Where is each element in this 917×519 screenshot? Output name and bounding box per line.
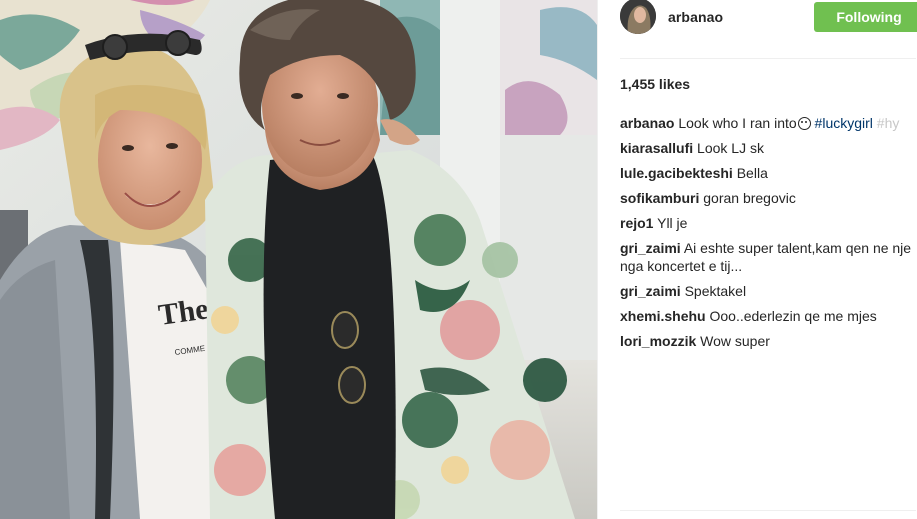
comment-text: Ooo..ederlezin qe me mjes [709,308,877,324]
post-header: arbanao Following [620,0,917,36]
avatar[interactable] [620,0,656,34]
comment-item: gri_zaimi Ai eshte super talent,kam qen … [620,239,916,275]
comment-text: Yll je [657,215,688,231]
comment-username[interactable]: sofikamburi [620,190,699,206]
smiley-icon [797,117,811,130]
comment-text: Wow super [700,333,770,349]
following-button[interactable]: Following [814,2,917,32]
comment-item: rejo1 Yll je [620,214,916,232]
comment-username[interactable]: xhemi.shehu [620,308,706,324]
caption-username[interactable]: arbanao [620,115,674,131]
header-divider [620,58,916,59]
comment-text: Bella [736,165,768,181]
comment-text: Spektakel [684,283,747,299]
comment-username[interactable]: gri_zaimi [620,283,681,299]
footer-divider [620,510,916,511]
post-photo[interactable]: The Beatles COMME des GARÇONS [0,0,597,519]
post-details-panel: arbanao Following 1,455 likes arbanao Lo… [597,0,917,519]
caption-overflow: #hy [872,115,900,131]
likes-count[interactable]: 1,455 likes [620,76,690,92]
comment-username[interactable]: lule.gacibekteshi [620,165,733,181]
comment-username[interactable]: lori_mozzik [620,333,696,349]
comment-item: lori_mozzik Wow super [620,332,916,350]
comment-item: lule.gacibekteshi Bella [620,164,916,182]
comment-text: goran bregovic [703,190,796,206]
caption: arbanao Look who I ran into #luckygirl #… [620,114,916,132]
comment-username[interactable]: kiarasallufi [620,140,693,156]
caption-text: Look who I ran into [678,115,797,131]
comment-item: xhemi.shehu Ooo..ederlezin qe me mjes [620,307,916,325]
comment-item: sofikamburi goran bregovic [620,189,916,207]
hashtag-link[interactable]: #luckygirl [815,115,873,131]
comment-username[interactable]: gri_zaimi [620,240,681,256]
comment-username[interactable]: rejo1 [620,215,653,231]
comments-list: arbanao Look who I ran into #luckygirl #… [620,114,916,357]
post-author-username[interactable]: arbanao [668,9,723,25]
comment-text: Look LJ sk [697,140,764,156]
comment-item: kiarasallufi Look LJ sk [620,139,916,157]
comment-item: gri_zaimi Spektakel [620,282,916,300]
post-image: The Beatles COMME des GARÇONS [0,0,597,519]
